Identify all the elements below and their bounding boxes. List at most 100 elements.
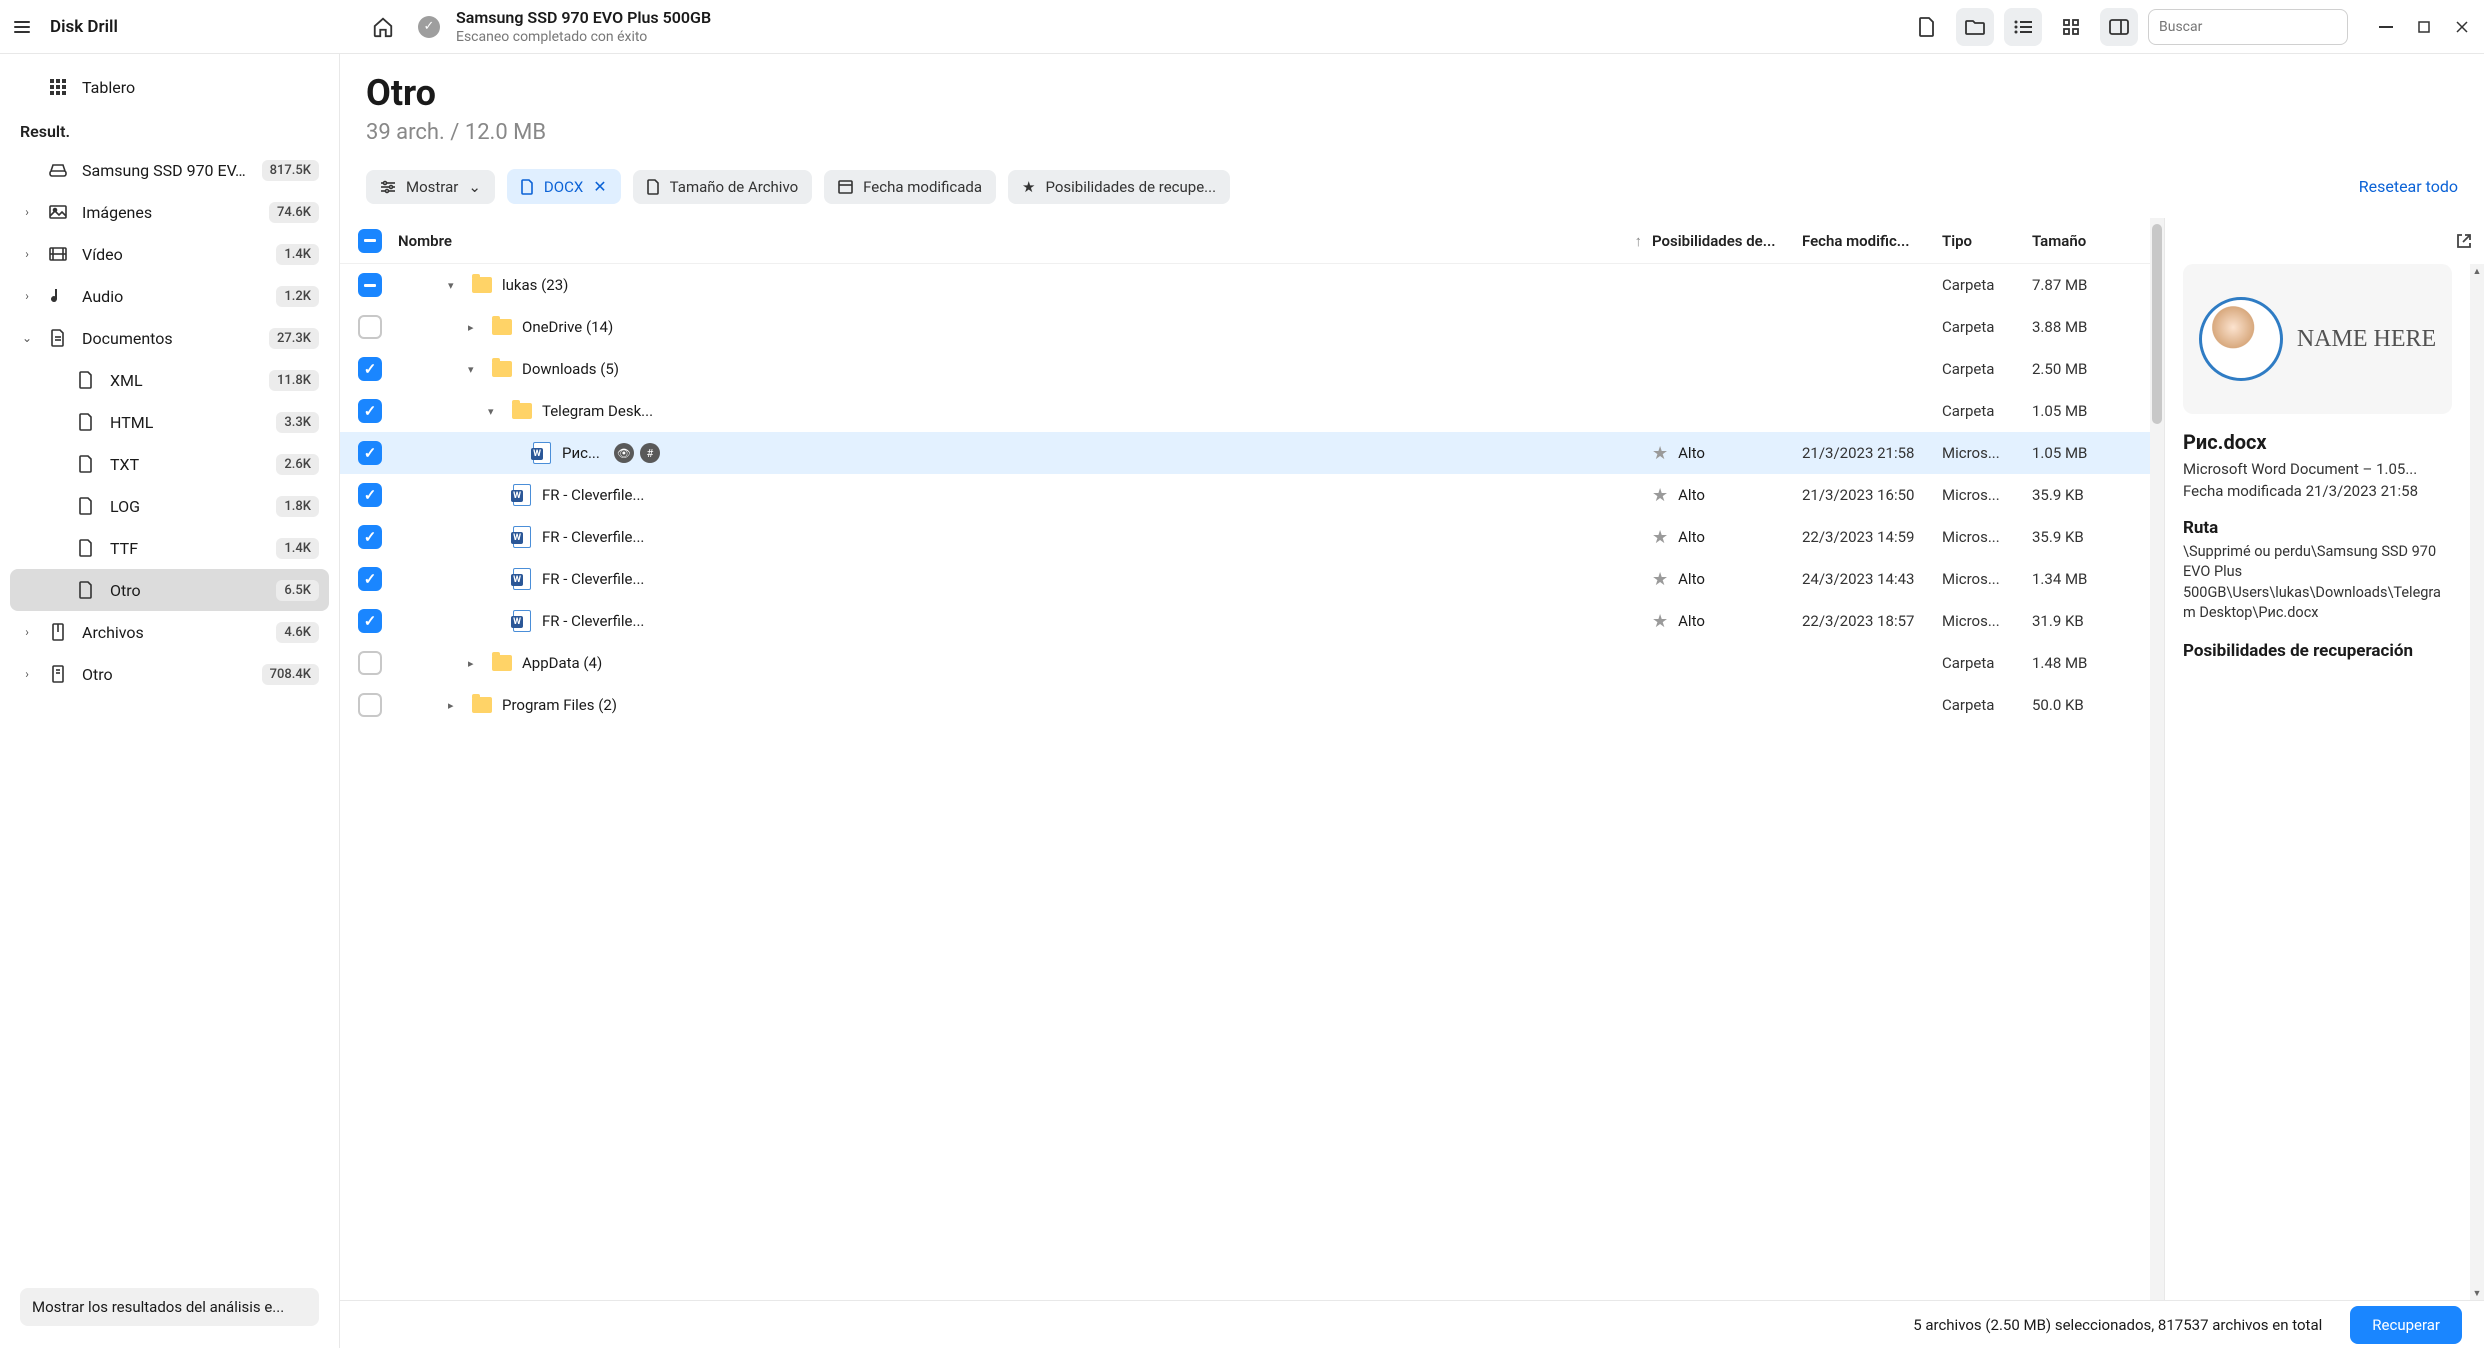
sidebar-item-disk[interactable]: Samsung SSD 970 EV... 817.5K [10,149,329,191]
table-row[interactable]: ▾lukas (23)Carpeta7.87 MB [340,264,2150,306]
chevron-right-icon[interactable]: › [20,205,34,219]
sidebar-item-ttf[interactable]: TTF 1.4K [10,527,329,569]
menu-toggle[interactable] [12,19,32,35]
scroll-down-icon[interactable]: ▼ [2470,1286,2484,1300]
recover-button[interactable]: Recuperar [2350,1306,2462,1344]
filter-chance-button[interactable]: ★ Posibilidades de recupe... [1008,170,1230,204]
sidebar-item-audio[interactable]: › Audio 1.2K [10,275,329,317]
chevron-right-icon[interactable]: ▸ [448,699,462,712]
sidebar-item-html[interactable]: HTML 3.3K [10,401,329,443]
toggle-preview-button[interactable] [2100,8,2138,46]
table-row[interactable]: ▾Downloads (5)Carpeta2.50 MB [340,348,2150,390]
folder-icon [472,275,492,295]
column-chance[interactable]: Posibilidades de... [1652,232,1802,250]
row-checkbox[interactable] [358,609,382,633]
filter-docx-chip[interactable]: DOCX ✕ [507,169,621,204]
column-name[interactable]: Nombre [398,232,452,250]
table-row[interactable]: FR - Cleverfile...★Alto22/3/2023 18:57Mi… [340,600,2150,642]
row-checkbox[interactable] [358,693,382,717]
scroll-up-icon[interactable]: ▲ [2470,264,2484,278]
sidebar-item-otro-doc[interactable]: Otro 6.5K [10,569,329,611]
chevron-right-icon[interactable]: ▸ [468,321,482,334]
table-scrollbar[interactable] [2150,218,2164,1300]
window-maximize[interactable] [2414,17,2434,37]
chevron-right-icon[interactable]: › [20,247,34,261]
chevron-right-icon[interactable]: › [20,289,34,303]
table-row[interactable]: ▸AppData (4)Carpeta1.48 MB [340,642,2150,684]
sidebar-item-xml[interactable]: XML 11.8K [10,359,329,401]
select-all-checkbox[interactable] [358,229,382,253]
row-checkbox[interactable] [358,357,382,381]
reset-filters-link[interactable]: Resetear todo [2359,177,2458,196]
chevron-right-icon[interactable]: › [20,625,34,639]
table-row[interactable]: FR - Cleverfile...★Alto21/3/2023 16:50Mi… [340,474,2150,516]
table-row[interactable]: FR - Cleverfile...★Alto22/3/2023 14:59Mi… [340,516,2150,558]
sidebar-item-dashboard[interactable]: Tablero [10,66,329,108]
sidebar-item-txt[interactable]: TXT 2.6K [10,443,329,485]
folder-icon [472,695,492,715]
sidebar-item-log[interactable]: LOG 1.8K [10,485,329,527]
file-name: OneDrive (14) [522,318,613,336]
view-list-button[interactable] [2004,8,2042,46]
view-grid-button[interactable] [2052,8,2090,46]
filter-size-button[interactable]: Tamaño de Archivo [633,170,813,204]
table-row[interactable]: ▾Telegram Desk...Carpeta1.05 MB [340,390,2150,432]
view-files-button[interactable] [1908,8,1946,46]
column-type[interactable]: Tipo [1942,232,2032,250]
file-size: 1.34 MB [2032,570,2132,588]
row-checkbox[interactable] [358,441,382,465]
sidebar-item-video[interactable]: › Vídeo 1.4K [10,233,329,275]
table-row[interactable]: ▸OneDrive (14)Carpeta3.88 MB [340,306,2150,348]
folder-icon [492,359,512,379]
folder-icon [492,317,512,337]
docx-icon [512,611,532,631]
table-row[interactable]: Рис...👁#★Alto21/3/2023 21:58Micros...1.0… [340,432,2150,474]
preview-scrollbar[interactable]: ▲ ▼ [2470,264,2484,1300]
row-checkbox[interactable] [358,315,382,339]
row-checkbox[interactable] [358,399,382,423]
filter-show-button[interactable]: Mostrar ⌄ [366,170,495,204]
audio-icon [48,287,68,305]
file-size: 1.05 MB [2032,444,2132,462]
file-icon [76,413,96,431]
window-minimize[interactable] [2376,17,2396,37]
sidebar-item-documents[interactable]: ⌄ Documentos 27.3K [10,317,329,359]
view-folders-button[interactable] [1956,8,1994,46]
file-name: lukas (23) [502,276,568,294]
sidebar-item-images[interactable]: › Imágenes 74.6K [10,191,329,233]
window-close[interactable] [2452,17,2472,37]
table-row[interactable]: FR - Cleverfile...★Alto24/3/2023 14:43Mi… [340,558,2150,600]
remove-filter-icon[interactable]: ✕ [593,177,606,196]
table-row[interactable]: ▸Program Files (2)Carpeta50.0 KB [340,684,2150,726]
column-size[interactable]: Tamaño [2032,232,2132,250]
row-checkbox[interactable] [358,483,382,507]
file-date: 21/3/2023 16:50 [1802,486,1942,504]
column-date[interactable]: Fecha modific... [1802,232,1942,250]
open-external-button[interactable] [2456,233,2472,249]
row-checkbox[interactable] [358,567,382,591]
star-icon: ★ [1652,569,1668,590]
chevron-down-icon[interactable]: ▾ [448,279,462,292]
search-box[interactable] [2148,9,2348,45]
search-input[interactable] [2159,19,2337,35]
recovery-chance: Alto [1678,444,1705,462]
chevron-down-icon[interactable]: ⌄ [20,331,34,345]
docx-icon [512,527,532,547]
archive-icon [48,623,68,641]
chevron-down-icon[interactable]: ▾ [488,405,502,418]
row-checkbox[interactable] [358,651,382,675]
sidebar-item-other[interactable]: › Otro 708.4K [10,653,329,695]
chevron-right-icon[interactable]: › [20,667,34,681]
filter-date-button[interactable]: Fecha modificada [824,170,996,204]
home-button[interactable] [364,8,402,46]
file-icon [76,539,96,557]
sidebar-item-archives[interactable]: › Archivos 4.6K [10,611,329,653]
row-checkbox[interactable] [358,273,382,297]
chevron-down-icon[interactable]: ▾ [468,363,482,376]
show-results-button[interactable]: Mostrar los resultados del análisis e... [20,1288,319,1326]
row-checkbox[interactable] [358,525,382,549]
sort-asc-icon[interactable]: ↑ [1635,232,1643,250]
star-icon: ★ [1652,485,1668,506]
chevron-right-icon[interactable]: ▸ [468,657,482,670]
file-name: Program Files (2) [502,696,617,714]
